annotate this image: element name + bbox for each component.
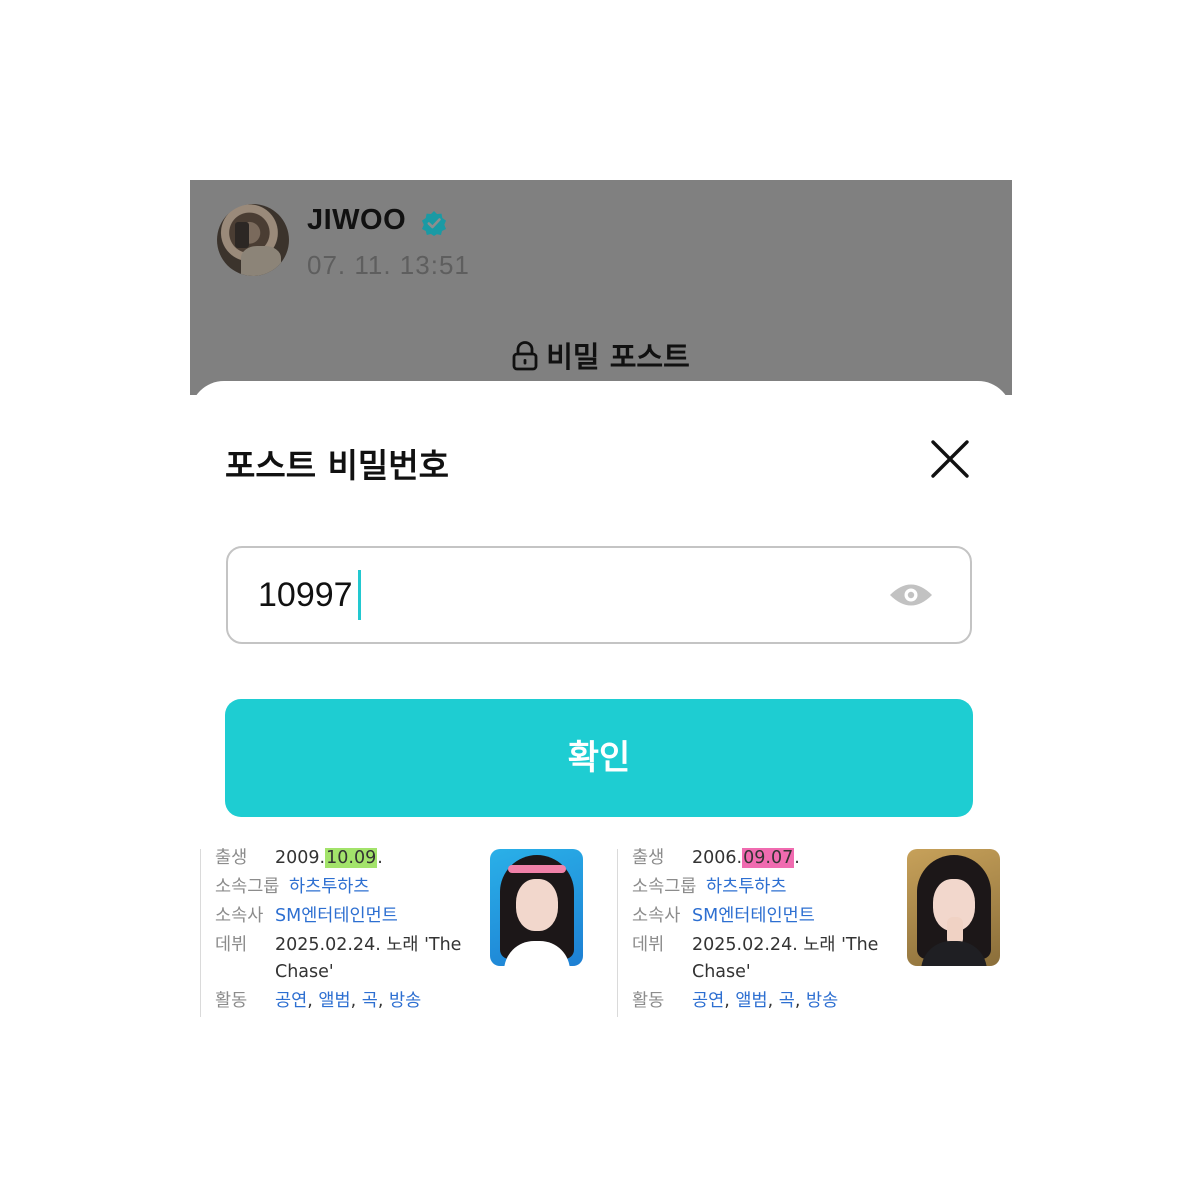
activity-label: 활동 (632, 991, 665, 1011)
post-header: JIWOO 07. 11. 13:51 비밀 포스트 (190, 180, 1012, 395)
debut-line1: 2025.02.24. 노래 'The (275, 935, 462, 955)
password-sheet: 포스트 비밀번호 10997 확인 (190, 381, 1012, 841)
secret-post-text: 비밀 포스트 (546, 340, 690, 374)
activity-separator: , (794, 991, 801, 1011)
eye-icon[interactable] (888, 580, 934, 610)
agency-label: 소속사 (632, 906, 681, 926)
birth-label: 출생 (632, 848, 665, 868)
close-icon[interactable] (928, 437, 972, 481)
activity-link-song[interactable]: 곡 (779, 991, 795, 1011)
secret-post-label: 비밀 포스트 (190, 334, 1012, 376)
group-link[interactable]: 하츠투하츠 (706, 874, 787, 901)
debut-label: 데뷔 (632, 935, 665, 955)
lock-icon (512, 341, 538, 371)
debut-label: 데뷔 (215, 935, 248, 955)
agency-link[interactable]: SM엔터테인먼트 (692, 903, 815, 930)
activity-label: 활동 (215, 991, 248, 1011)
activity-separator: , (350, 991, 357, 1011)
profile-card-right: 출생 2006.09.07. 소속그룹 하츠투하츠 소속사 SM엔터테인먼트 데… (617, 843, 1027, 1021)
activity-link-song[interactable]: 곡 (362, 991, 378, 1011)
activity-links: 공연, 앨범, 곡, 방송 (275, 988, 421, 1015)
activity-link-broadcast[interactable]: 방송 (806, 991, 838, 1011)
text-caret (358, 570, 361, 620)
debut-line1: 2025.02.24. 노래 'The (692, 935, 879, 955)
birth-value: 2009.10.09. (275, 845, 383, 872)
avatar[interactable] (217, 204, 289, 276)
activity-links: 공연, 앨범, 곡, 방송 (692, 988, 838, 1015)
confirm-button[interactable]: 확인 (225, 699, 973, 817)
activity-link-broadcast[interactable]: 방송 (389, 991, 421, 1011)
sheet-title: 포스트 비밀번호 (225, 446, 450, 485)
profile-card-left: 출생 2009.10.09. 소속그룹 하츠투하츠 소속사 SM엔터테인먼트 데… (200, 843, 610, 1021)
activity-separator: , (724, 991, 730, 1011)
debut-line2: Chase' (692, 962, 751, 982)
activity-link-performance[interactable]: 공연 (275, 991, 307, 1011)
birth-date-highlight: 10.09 (325, 848, 378, 868)
birth-year: 2009. (275, 848, 326, 868)
birth-date-highlight: 09.07 (742, 848, 795, 868)
verified-badge-icon (422, 211, 446, 236)
birth-suffix: . (377, 848, 383, 868)
activity-separator: , (767, 991, 774, 1011)
birth-year: 2006. (692, 848, 743, 868)
birth-value: 2006.09.07. (692, 845, 800, 872)
activity-link-album[interactable]: 앨범 (735, 991, 767, 1011)
agency-link[interactable]: SM엔터테인먼트 (275, 903, 398, 930)
birth-suffix: . (794, 848, 800, 868)
group-label: 소속그룹 (632, 877, 697, 897)
password-input[interactable]: 10997 (226, 546, 972, 644)
group-label: 소속그룹 (215, 877, 280, 897)
post-timestamp: 07. 11. 13:51 (307, 250, 470, 280)
activity-separator: , (307, 991, 313, 1011)
author-name[interactable]: JIWOO (307, 204, 406, 237)
activity-link-album[interactable]: 앨범 (318, 991, 350, 1011)
activity-separator: , (377, 991, 384, 1011)
profile-photo[interactable] (907, 849, 1000, 966)
birth-label: 출생 (215, 848, 248, 868)
activity-link-performance[interactable]: 공연 (692, 991, 724, 1011)
agency-label: 소속사 (215, 906, 264, 926)
card-divider (617, 849, 618, 1017)
group-link[interactable]: 하츠투하츠 (289, 874, 370, 901)
debut-line2: Chase' (275, 962, 334, 982)
profile-photo[interactable] (490, 849, 583, 966)
card-divider (200, 849, 201, 1017)
password-value[interactable]: 10997 (258, 576, 353, 615)
